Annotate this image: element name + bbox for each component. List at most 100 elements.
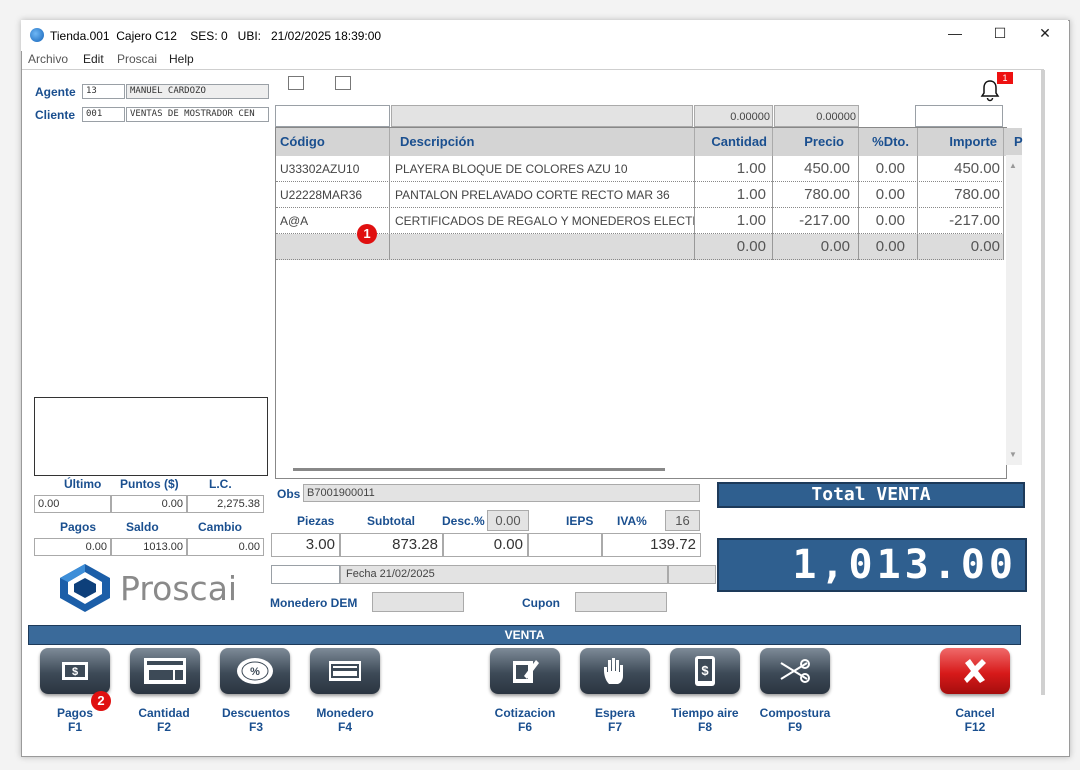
fkey-label-tiempo-aire: Tiempo aire F8 xyxy=(660,706,750,734)
menu-proscai[interactable]: Proscai xyxy=(117,52,157,66)
fecha-field: Fecha 21/02/2025 xyxy=(340,565,668,584)
obs-label: Obs xyxy=(277,487,301,501)
option-checkbox-1[interactable] xyxy=(288,76,304,90)
cell-cantidad: 1.00 xyxy=(695,208,773,234)
fkey-name: Cantidad xyxy=(138,706,190,720)
fkey-code: F9 xyxy=(787,720,802,734)
code-entry-input[interactable] xyxy=(275,105,390,127)
table-row[interactable]: A@A CERTIFICADOS DE REGALO Y MONEDEROS E… xyxy=(276,208,1004,234)
tiempo-aire-f8-button[interactable]: $ xyxy=(670,648,740,694)
app-globe-icon xyxy=(30,28,44,42)
table-row[interactable]: U33302AZU10 PLAYERA BLOQUE DE COLORES AZ… xyxy=(276,156,1004,182)
col-header-precio[interactable]: Precio xyxy=(773,128,859,156)
fkey-name: Monedero xyxy=(316,706,374,720)
compostura-f9-button[interactable] xyxy=(760,648,830,694)
cell-precio: 0.00 xyxy=(773,234,859,260)
grid-vertical-scrollbar[interactable]: ▲ ▼ xyxy=(1006,155,1022,465)
table-row-new[interactable]: 0.00 0.00 0.00 0.00 xyxy=(276,234,1004,260)
ieps-label: IEPS xyxy=(566,514,594,528)
cell-importe: 0.00 xyxy=(918,234,1004,260)
col-header-descripcion[interactable]: Descripción xyxy=(390,128,695,156)
fkey-label-espera: Espera F7 xyxy=(570,706,660,734)
monedero-f4-button[interactable] xyxy=(310,648,380,694)
calculator-icon xyxy=(144,658,186,684)
fkey-name: Pagos xyxy=(56,706,93,720)
cell-importe: 450.00 xyxy=(918,156,1004,182)
fkey-label-pagos: Pagos F1 xyxy=(30,706,120,734)
espera-f7-button[interactable] xyxy=(580,648,650,694)
option-checkbox-2[interactable] xyxy=(335,76,351,90)
cantidad-f2-button[interactable] xyxy=(130,648,200,694)
ultimo-label: Último xyxy=(64,477,102,491)
fkey-code: F4 xyxy=(337,720,352,734)
col-header-importe[interactable]: Importe xyxy=(918,128,1004,156)
proscai-logo-icon xyxy=(60,564,110,612)
scroll-down-icon[interactable]: ▼ xyxy=(1009,450,1017,459)
pagos-f1-button[interactable]: $ xyxy=(40,648,110,694)
fkey-name: Cotizacion xyxy=(494,706,556,720)
menu-archivo[interactable]: Archivo xyxy=(28,52,68,66)
col-header-dto[interactable]: %Dto. xyxy=(859,128,918,156)
fkey-code: F3 xyxy=(248,720,263,734)
lc-value: 2,275.38 xyxy=(187,495,264,513)
cell-descripcion: PLAYERA BLOQUE DE COLORES AZU 10 xyxy=(390,156,695,182)
cash-icon: $ xyxy=(62,662,88,680)
table-row[interactable]: U22228MAR36 PANTALON PRELAVADO CORTE REC… xyxy=(276,182,1004,208)
svg-text:%: % xyxy=(250,666,260,678)
fkey-label-descuentos: Descuentos F3 xyxy=(211,706,301,734)
cancel-x-icon xyxy=(964,659,986,683)
obs-field[interactable]: B7001900011 xyxy=(303,484,700,502)
cell-codigo: U22228MAR36 xyxy=(276,182,390,208)
scissors-icon xyxy=(780,659,810,683)
col-header-codigo[interactable]: Código xyxy=(276,128,390,156)
scroll-up-icon[interactable]: ▲ xyxy=(1009,161,1017,170)
fkey-name: Tiempo aire xyxy=(671,706,739,720)
subtotal-value: 873.28 xyxy=(340,533,443,557)
svg-text:$: $ xyxy=(72,666,78,678)
cell-dto: 0.00 xyxy=(859,156,918,182)
desc-percent-field[interactable]: 0.00 xyxy=(487,510,529,531)
col-header-p[interactable]: P xyxy=(1004,128,1023,156)
menu-edit[interactable]: Edit xyxy=(83,52,104,66)
menu-help[interactable]: Help xyxy=(169,52,194,66)
window-title: Tienda.001 Cajero C12 SES: 0 UBI: 21/02/… xyxy=(50,29,382,43)
total-amount-display: 1,013.00 xyxy=(717,538,1027,592)
iva-percent-field[interactable]: 16 xyxy=(665,510,700,531)
edit-document-icon xyxy=(513,660,539,683)
fkey-code: F1 xyxy=(67,720,82,734)
cliente-code-field[interactable]: 001 xyxy=(82,107,125,122)
svg-text:$: $ xyxy=(701,663,709,678)
top-value-1: 0.00000 xyxy=(694,105,773,127)
agente-name-field[interactable]: MANUEL CARDOZO xyxy=(126,84,269,99)
client-info-box xyxy=(34,397,268,476)
maximize-button[interactable]: ☐ xyxy=(980,25,1020,45)
fecha-left-field[interactable] xyxy=(271,565,340,584)
ultimo-value: 0.00 xyxy=(34,495,111,513)
grid-body: U33302AZU10 PLAYERA BLOQUE DE COLORES AZ… xyxy=(276,156,1004,260)
cliente-name-field[interactable]: VENTAS DE MOSTRADOR CEN xyxy=(126,107,269,122)
grid-horizontal-scrollbar[interactable] xyxy=(293,468,665,471)
saldo-label: Saldo xyxy=(126,520,159,534)
ieps-value xyxy=(528,533,602,557)
annotation-marker-1: 1 xyxy=(357,224,377,244)
top-right-input[interactable] xyxy=(915,105,1003,127)
fecha-right-field xyxy=(668,565,716,584)
agente-code-field[interactable]: 13 xyxy=(82,84,125,99)
cambio-label: Cambio xyxy=(198,520,243,534)
discount-badge-icon: % xyxy=(237,658,273,684)
fkey-label-cancel: Cancel F12 xyxy=(930,706,1020,734)
cell-precio: 450.00 xyxy=(773,156,859,182)
fkey-code: F6 xyxy=(517,720,532,734)
cotizacion-f6-button[interactable] xyxy=(490,648,560,694)
cupon-field[interactable] xyxy=(575,592,667,612)
monedero-field[interactable] xyxy=(372,592,464,612)
cell-cantidad: 0.00 xyxy=(695,234,773,260)
pagos-label: Pagos xyxy=(60,520,97,534)
descuentos-f3-button[interactable]: % xyxy=(220,648,290,694)
minimize-button[interactable]: — xyxy=(935,25,975,45)
fkey-code: F2 xyxy=(156,720,171,734)
col-header-cantidad[interactable]: Cantidad xyxy=(695,128,773,156)
venta-section-bar: VENTA xyxy=(28,625,1021,645)
cancel-f12-button[interactable] xyxy=(940,648,1010,694)
close-window-button[interactable]: ✕ xyxy=(1025,25,1065,45)
